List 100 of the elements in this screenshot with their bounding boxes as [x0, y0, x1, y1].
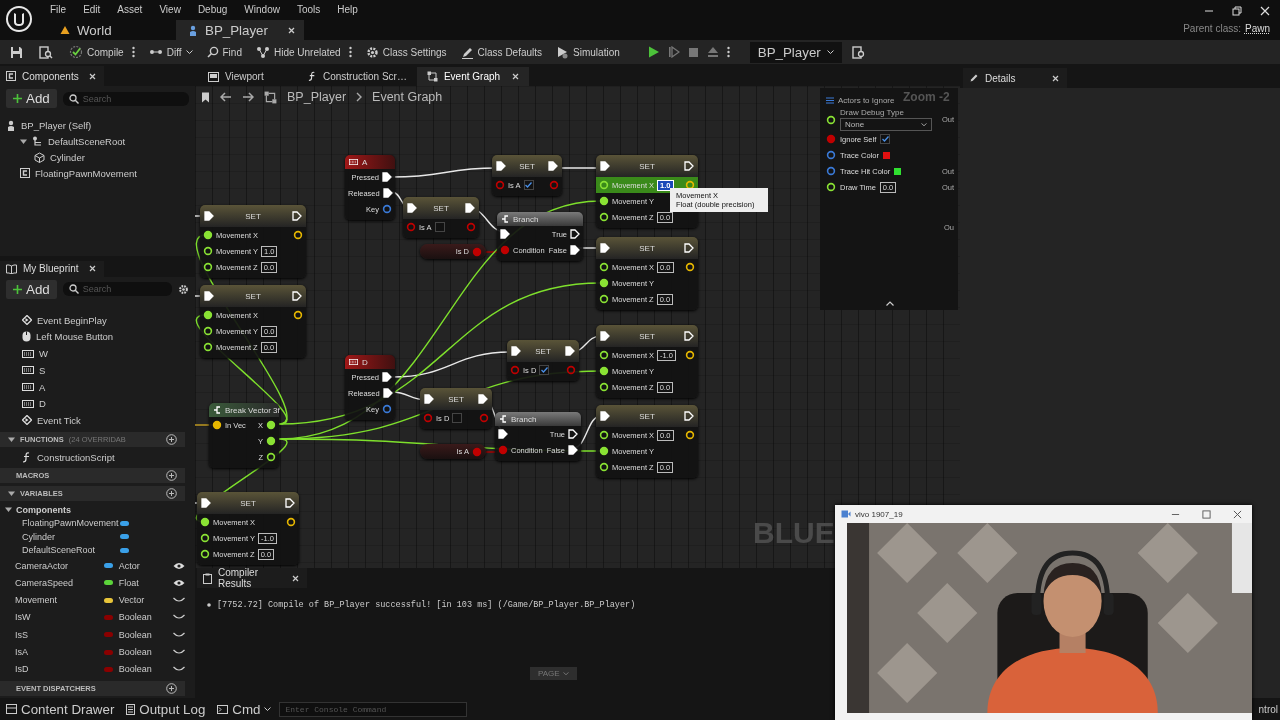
menu-item[interactable]: File: [41, 3, 75, 15]
settings-icon[interactable]: [178, 283, 189, 295]
debug-object-dropdown[interactable]: BP_Player: [749, 41, 842, 63]
add-icon[interactable]: [166, 683, 177, 694]
add-button[interactable]: Add: [6, 89, 57, 108]
panel-tab[interactable]: Details: [963, 68, 1067, 88]
pin-icon[interactable]: [286, 517, 296, 527]
graph-tab[interactable]: Viewport: [198, 67, 298, 86]
add-button[interactable]: Add: [6, 279, 57, 299]
exec-pin-icon[interactable]: [204, 291, 214, 301]
class-defaults-button[interactable]: Class Defaults: [460, 45, 543, 59]
exec-pin-icon[interactable]: [204, 211, 214, 221]
panel-tab[interactable]: Compiler Results: [197, 568, 307, 588]
variable-type[interactable]: Float: [118, 577, 173, 588]
tree-item[interactable]: Cylinder: [50, 151, 85, 163]
menu-item[interactable]: Help: [328, 3, 366, 15]
exec-pin-icon[interactable]: [292, 291, 302, 301]
color-swatch[interactable]: [882, 151, 890, 159]
menu-item[interactable]: Debug: [188, 3, 236, 15]
stop-icon[interactable]: [687, 46, 699, 58]
exec-pin-icon[interactable]: [684, 243, 694, 253]
exec-pin-icon[interactable]: [382, 188, 393, 198]
function-item[interactable]: ConstructionScript: [37, 451, 115, 463]
panel-tab[interactable]: My Blueprint: [0, 261, 104, 277]
color-swatch[interactable]: [894, 167, 902, 175]
forward-arrow-icon[interactable]: [242, 92, 254, 102]
variable-type[interactable]: Boolean: [118, 629, 173, 640]
document-tab[interactable]: World: [48, 20, 176, 40]
exec-pin-icon[interactable]: [600, 331, 610, 341]
variable-item[interactable]: FloatingPawnMovement: [22, 518, 120, 529]
pin-icon[interactable]: [685, 350, 695, 360]
compile-button[interactable]: Compile: [69, 45, 124, 59]
checkbox[interactable]: [523, 180, 534, 190]
graph-item[interactable]: S: [39, 364, 46, 376]
menu-item[interactable]: Asset: [108, 3, 151, 15]
back-arrow-icon[interactable]: [220, 92, 232, 102]
pin-icon[interactable]: [293, 310, 303, 320]
menu-item[interactable]: Window: [235, 3, 288, 15]
exec-pin-icon[interactable]: [570, 229, 580, 239]
exec-pin-icon[interactable]: [600, 161, 610, 171]
menu-item[interactable]: Edit: [74, 3, 109, 15]
variable-type[interactable]: Boolean: [118, 664, 173, 675]
maximize-icon[interactable]: [1202, 509, 1211, 519]
more-options-icon[interactable]: [348, 46, 352, 58]
save-icon[interactable]: [10, 45, 23, 59]
engine-logo-icon[interactable]: [5, 5, 33, 33]
expand-arrow-icon[interactable]: [5, 506, 12, 514]
add-icon[interactable]: [166, 433, 177, 445]
tree-item[interactable]: FloatingPawnMovement: [35, 167, 137, 179]
exec-pin-icon[interactable]: [382, 388, 393, 398]
exec-pin-icon[interactable]: [201, 498, 211, 508]
diff-button[interactable]: Diff: [148, 46, 193, 58]
exec-pin-icon[interactable]: [684, 331, 694, 341]
pin-icon[interactable]: [212, 420, 222, 430]
exec-pin-icon[interactable]: [292, 211, 302, 221]
exec-pin-icon[interactable]: [684, 161, 694, 171]
exec-pin-icon[interactable]: [496, 161, 506, 171]
status-text[interactable]: ntrol: [1258, 703, 1280, 715]
content-drawer-button[interactable]: Content Drawer: [6, 701, 115, 717]
browse-icon[interactable]: [851, 45, 866, 59]
variable-item[interactable]: CameraSpeed: [15, 577, 105, 588]
add-icon[interactable]: [166, 470, 177, 482]
hide-unrelated-button[interactable]: Hide Unrelated: [255, 46, 341, 58]
bookmark-icon[interactable]: [201, 91, 210, 103]
exec-pin-icon[interactable]: [478, 394, 488, 404]
exec-pin-icon[interactable]: [407, 203, 417, 213]
more-options-icon[interactable]: [131, 46, 135, 58]
exec-pin-icon[interactable]: [548, 161, 558, 171]
exec-pin-icon[interactable]: [600, 411, 610, 421]
search-field[interactable]: Search: [62, 282, 172, 297]
variable-item[interactable]: IsD: [15, 664, 105, 675]
graph-item[interactable]: A: [39, 381, 46, 393]
variable-type[interactable]: Vector: [118, 595, 173, 606]
variable-item[interactable]: Cylinder: [22, 531, 120, 542]
exec-pin-icon[interactable]: [600, 243, 610, 253]
parent-class-link[interactable]: Pawn: [1245, 23, 1270, 34]
class-settings-button[interactable]: Class Settings: [365, 45, 447, 59]
graph-canvas[interactable]: [195, 86, 960, 568]
exec-pin-icon[interactable]: [500, 229, 510, 239]
eye-icon[interactable]: [173, 561, 185, 570]
graph-item[interactable]: Event BeginPlay: [37, 314, 107, 326]
closed-eye-icon[interactable]: [173, 665, 185, 674]
exec-pin-icon[interactable]: [568, 429, 578, 439]
pin-icon[interactable]: [685, 262, 695, 272]
exec-pin-icon[interactable]: [565, 346, 575, 356]
graph-item[interactable]: D: [39, 398, 46, 410]
exec-pin-icon[interactable]: [511, 346, 521, 356]
breadcrumb-link[interactable]: Event Graph: [372, 90, 443, 104]
graph-tab[interactable]: Construction Scr…: [298, 67, 417, 86]
pin-icon[interactable]: [685, 430, 695, 440]
more-options-icon[interactable]: [726, 46, 730, 58]
exec-pin-icon[interactable]: [570, 245, 580, 255]
checkbox[interactable]: [880, 134, 891, 144]
checkbox[interactable]: [452, 413, 463, 423]
add-icon[interactable]: [166, 488, 177, 500]
tree-item[interactable]: DefaultSceneRoot: [48, 135, 126, 147]
variable-item[interactable]: IsA: [15, 647, 105, 658]
variable-item[interactable]: IsW: [15, 612, 105, 623]
collapse-icon[interactable]: [886, 301, 894, 306]
variable-item[interactable]: IsS: [15, 629, 105, 640]
